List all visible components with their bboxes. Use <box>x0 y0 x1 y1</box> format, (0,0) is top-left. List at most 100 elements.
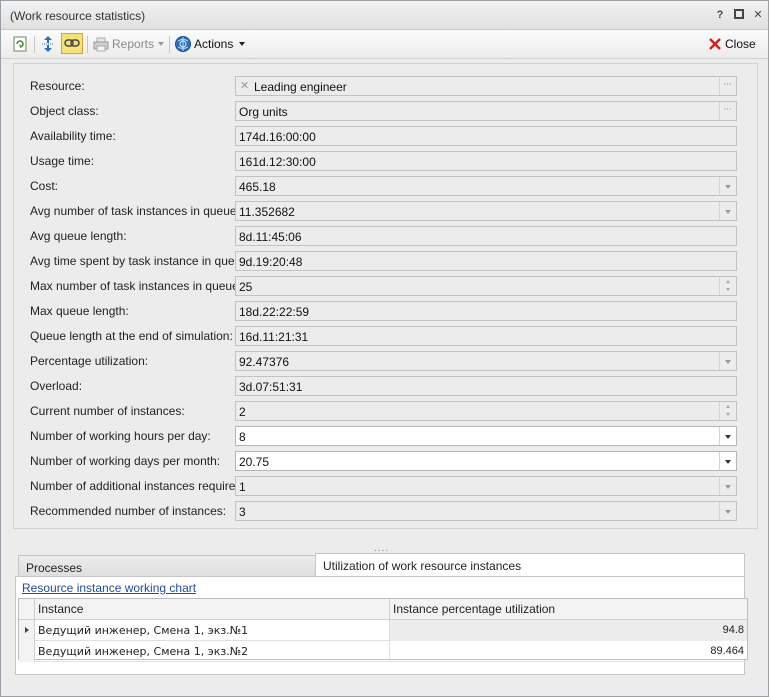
avg-queue-length-label: Avg queue length: <box>30 229 127 243</box>
avg-queue-length-value: 8d.11:45:06 <box>239 230 302 244</box>
utilization-value: 94.8 <box>722 624 744 636</box>
field-row-cost: Cost: 465.18 <box>14 176 759 197</box>
grid-column-instance[interactable]: Instance <box>35 599 390 620</box>
utilization-cell[interactable]: 89.464 <box>390 641 747 662</box>
tabs-area: Processes Utilization of work resource i… <box>13 553 748 675</box>
grid-header-indicator <box>19 599 35 620</box>
work-resource-statistics-window: (Work resource statistics) ? ✕ Reports A… <box>0 0 769 697</box>
availability-time-field[interactable]: 174d.16:00:00 <box>235 126 737 146</box>
avg-number-in-queue-value: 11.352682 <box>239 205 295 219</box>
expand-button[interactable] <box>39 35 57 53</box>
resource-value: Leading engineer <box>254 80 347 94</box>
help-button[interactable]: ? <box>713 8 727 22</box>
queue-length-end-field[interactable]: 16d.11:21:31 <box>235 326 737 346</box>
avg-time-in-queue-label: Avg time spent by task instance in queue… <box>30 254 252 268</box>
expand-vertical-icon <box>42 36 54 52</box>
working-days-dropdown-button[interactable] <box>719 452 736 470</box>
overload-field[interactable]: 3d.07:51:31 <box>235 376 737 396</box>
link-icon <box>64 39 80 47</box>
actions-menu[interactable]: Actions <box>194 37 233 51</box>
working-days-label: Number of working days per month: <box>30 454 221 468</box>
instance-cell[interactable]: Ведущий инженер, Смена 1, экз.№1 <box>35 620 390 641</box>
column-header-instance: Instance <box>38 602 84 616</box>
clear-icon[interactable]: ✕ <box>240 79 249 92</box>
close-button[interactable]: Close <box>725 37 756 51</box>
resource-label: Resource: <box>30 79 85 93</box>
max-number-in-queue-field[interactable]: 25 <box>235 276 737 296</box>
ellipsis-icon: ··· <box>723 103 732 115</box>
toolbar: Reports Actions Close <box>1 30 768 59</box>
object-class-browse-button[interactable]: ··· <box>719 102 736 120</box>
spin-up-icon <box>726 405 730 408</box>
additional-instances-value: 1 <box>239 480 246 494</box>
statistics-form: Resource: ✕ Leading engineer ··· Object … <box>13 63 758 529</box>
grid-header: Instance Instance percentage utilization <box>19 599 747 620</box>
chevron-down-icon <box>725 510 731 514</box>
resource-browse-button[interactable]: ··· <box>719 77 736 95</box>
chevron-down-icon <box>725 210 731 214</box>
usage-time-value: 161d.12:30:00 <box>239 155 316 169</box>
tab-processes[interactable]: Processes <box>18 555 316 577</box>
spin-down-icon <box>726 413 730 416</box>
chevron-down-icon <box>725 185 731 189</box>
close-icon <box>708 37 722 51</box>
overload-label: Overload: <box>30 379 83 393</box>
row-indicator <box>19 641 35 662</box>
resource-instance-chart-link[interactable]: Resource instance working chart <box>22 581 196 595</box>
window-close-button[interactable]: ✕ <box>751 8 765 22</box>
link-toggle-button[interactable] <box>61 33 83 54</box>
working-days-field[interactable]: 20.75 <box>235 451 737 471</box>
field-row-resource: Resource: ✕ Leading engineer ··· <box>14 76 759 97</box>
resource-field[interactable]: ✕ Leading engineer ··· <box>235 76 737 96</box>
percentage-utilization-field[interactable]: 92.47376 <box>235 351 737 371</box>
max-queue-length-value: 18d.22:22:59 <box>239 305 310 319</box>
additional-instances-dropdown-button[interactable] <box>719 477 736 495</box>
chevron-down-icon <box>725 485 731 489</box>
recommended-instances-field[interactable]: 3 <box>235 501 737 521</box>
refresh-button[interactable] <box>11 35 29 53</box>
avg-time-in-queue-field[interactable]: 9d.19:20:48 <box>235 251 737 271</box>
refresh-icon <box>13 36 27 52</box>
reports-menu[interactable]: Reports <box>112 37 154 51</box>
avg-number-in-queue-field[interactable]: 11.352682 <box>235 201 737 221</box>
utilization-cell[interactable]: 94.8 <box>390 620 747 641</box>
instance-cell[interactable]: Ведущий инженер, Смена 1, экз.№2 <box>35 641 390 662</box>
field-row-working-days: Number of working days per month: 20.75 <box>14 451 759 472</box>
working-hours-field[interactable]: 8 <box>235 426 737 446</box>
queue-length-end-value: 16d.11:21:31 <box>239 330 309 344</box>
utilization-value: 89.464 <box>710 645 744 657</box>
table-row[interactable]: Ведущий инженер, Смена 1, экз.№2 89.464 <box>19 641 747 662</box>
usage-time-field[interactable]: 161d.12:30:00 <box>235 151 737 171</box>
working-hours-dropdown-button[interactable] <box>719 427 736 445</box>
max-queue-length-field[interactable]: 18d.22:22:59 <box>235 301 737 321</box>
row-indicator <box>19 620 35 641</box>
instance-name: Ведущий инженер, Смена 1, экз.№1 <box>38 624 249 637</box>
availability-time-label: Availability time: <box>30 129 116 143</box>
recommended-instances-dropdown-button[interactable] <box>719 502 736 520</box>
grid-column-utilization[interactable]: Instance percentage utilization <box>390 599 747 620</box>
cost-dropdown-button[interactable] <box>719 177 736 195</box>
field-row-recommended-instances: Recommended number of instances: 3 <box>14 501 759 522</box>
current-instances-field[interactable]: 2 <box>235 401 737 421</box>
working-hours-value: 8 <box>239 430 246 444</box>
window-title: (Work resource statistics) <box>10 9 146 23</box>
tab-utilization[interactable]: Utilization of work resource instances <box>315 553 745 577</box>
additional-instances-field[interactable]: 1 <box>235 476 737 496</box>
avg-number-in-queue-dropdown-button[interactable] <box>719 202 736 220</box>
field-row-avg-queue-length: Avg queue length: 8d.11:45:06 <box>14 226 759 247</box>
current-instances-spinner[interactable] <box>719 402 736 420</box>
table-row[interactable]: Ведущий инженер, Смена 1, экз.№1 94.8 <box>19 620 747 641</box>
cost-field[interactable]: 465.18 <box>235 176 737 196</box>
object-class-field[interactable]: Org units ··· <box>235 101 737 121</box>
column-header-utilization: Instance percentage utilization <box>393 602 556 616</box>
toolbar-separator <box>169 36 170 53</box>
avg-queue-length-field[interactable]: 8d.11:45:06 <box>235 226 737 246</box>
percentage-utilization-dropdown-button[interactable] <box>719 352 736 370</box>
working-hours-label: Number of working hours per day: <box>30 429 211 443</box>
current-row-arrow-icon <box>25 627 29 633</box>
field-row-overload: Overload: 3d.07:51:31 <box>14 376 759 397</box>
additional-instances-label: Number of additional instances required: <box>30 479 246 493</box>
chevron-down-icon <box>725 360 731 364</box>
max-number-in-queue-spinner[interactable] <box>719 277 736 295</box>
restore-button[interactable] <box>732 8 746 22</box>
